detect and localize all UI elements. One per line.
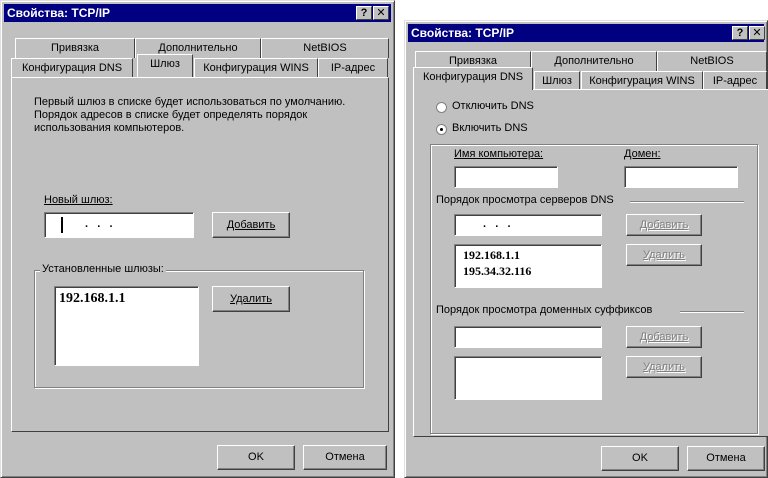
gateway-panel: Первый шлюз в списке будет использоватьс… bbox=[11, 77, 389, 432]
close-icon: ✕ bbox=[752, 27, 762, 39]
tab-binding[interactable]: Привязка bbox=[15, 38, 135, 58]
tcpip-dialog-gateway: Свойства: TCP/IP ? ✕ Привязка Дополнител… bbox=[0, 0, 395, 478]
dns-server-input[interactable]: . . . bbox=[454, 214, 602, 236]
dns-server-list[interactable]: 192.168.1.1 195.34.32.116 bbox=[454, 244, 602, 288]
tab-advanced[interactable]: Дополнительно bbox=[531, 51, 657, 71]
new-gateway-input[interactable]: . . . bbox=[44, 212, 194, 238]
new-gateway-label: Новый шлюз: bbox=[44, 194, 113, 206]
close-icon: ✕ bbox=[376, 7, 386, 19]
tab-gateway[interactable]: Шлюз bbox=[534, 71, 580, 91]
remove-suffix-button[interactable]: Удалить bbox=[626, 356, 702, 378]
suffix-order-label: Порядок просмотра доменных суффиксов bbox=[436, 304, 657, 316]
tab-ip-address[interactable]: IP-адрес bbox=[703, 71, 767, 91]
tab-dns-config[interactable]: Конфигурация DNS bbox=[413, 67, 533, 90]
dns-order-divider bbox=[630, 201, 744, 203]
tab-wins-config[interactable]: Конфигурация WINS bbox=[194, 58, 318, 78]
tab-dns-config[interactable]: Конфигурация DNS bbox=[11, 58, 133, 78]
list-item[interactable]: 195.34.32.116 bbox=[463, 264, 531, 279]
cancel-button[interactable]: Отмена bbox=[303, 445, 387, 470]
window-title: Свойства: TCP/IP bbox=[411, 26, 515, 40]
ip-dots: . . . bbox=[85, 218, 113, 230]
remove-dns-server-button[interactable]: Удалить bbox=[626, 244, 702, 266]
host-label: Имя компьютера: bbox=[454, 148, 544, 160]
domain-input[interactable] bbox=[624, 166, 738, 188]
ip-dots: . . . bbox=[483, 218, 511, 230]
ok-button[interactable]: OK bbox=[217, 445, 295, 470]
suffix-input[interactable] bbox=[454, 326, 602, 348]
suffix-order-divider bbox=[680, 311, 744, 313]
close-button[interactable]: ✕ bbox=[373, 6, 389, 20]
cancel-button[interactable]: Отмена bbox=[687, 446, 765, 471]
radio-disable-dns-label: Отключить DNS bbox=[452, 100, 534, 112]
domain-label: Домен: bbox=[624, 148, 661, 160]
tab-wins-config[interactable]: Конфигурация WINS bbox=[581, 71, 703, 91]
tcpip-dialog-dns: Свойства: TCP/IP ? ✕ Привязка Дополнител… bbox=[404, 20, 768, 478]
dns-order-label: Порядок просмотра серверов DNS bbox=[436, 194, 618, 206]
list-item[interactable]: 192.168.1.1 bbox=[463, 248, 520, 263]
suffix-list[interactable] bbox=[454, 356, 602, 400]
tab-ip-address[interactable]: IP-адрес bbox=[318, 58, 388, 78]
remove-gateway-button[interactable]: Удалить bbox=[212, 286, 290, 312]
title-bar[interactable]: Свойства: TCP/IP ? ✕ bbox=[4, 4, 391, 22]
text-caret bbox=[61, 217, 63, 233]
gateway-description: Первый шлюз в списке будет использоватьс… bbox=[34, 96, 346, 134]
tab-netbios[interactable]: NetBIOS bbox=[657, 51, 767, 71]
tab-netbios[interactable]: NetBIOS bbox=[261, 38, 389, 58]
radio-enable-dns-label: Включить DNS bbox=[452, 122, 528, 134]
installed-gateways-label: Установленные шлюзы: bbox=[40, 263, 166, 275]
dns-panel: Отключить DNS Включить DNS Имя компьютер… bbox=[413, 89, 768, 437]
help-button[interactable]: ? bbox=[356, 6, 372, 20]
close-button[interactable]: ✕ bbox=[749, 26, 765, 40]
window-title: Свойства: TCP/IP bbox=[7, 6, 111, 20]
installed-gateways-list[interactable]: 192.168.1.1 bbox=[54, 286, 199, 366]
tab-gateway[interactable]: Шлюз bbox=[137, 54, 193, 77]
help-button[interactable]: ? bbox=[732, 26, 748, 40]
add-dns-server-button[interactable]: Добавить bbox=[626, 214, 702, 236]
list-item[interactable]: 192.168.1.1 bbox=[59, 291, 126, 307]
host-input[interactable] bbox=[454, 166, 558, 188]
radio-enable-dns[interactable] bbox=[436, 124, 447, 135]
title-bar[interactable]: Свойства: TCP/IP ? ✕ bbox=[408, 24, 765, 42]
add-gateway-button[interactable]: Добавить bbox=[212, 212, 290, 238]
add-suffix-button[interactable]: Добавить bbox=[626, 326, 702, 348]
radio-disable-dns[interactable] bbox=[436, 102, 447, 113]
ok-button[interactable]: OK bbox=[601, 446, 679, 471]
